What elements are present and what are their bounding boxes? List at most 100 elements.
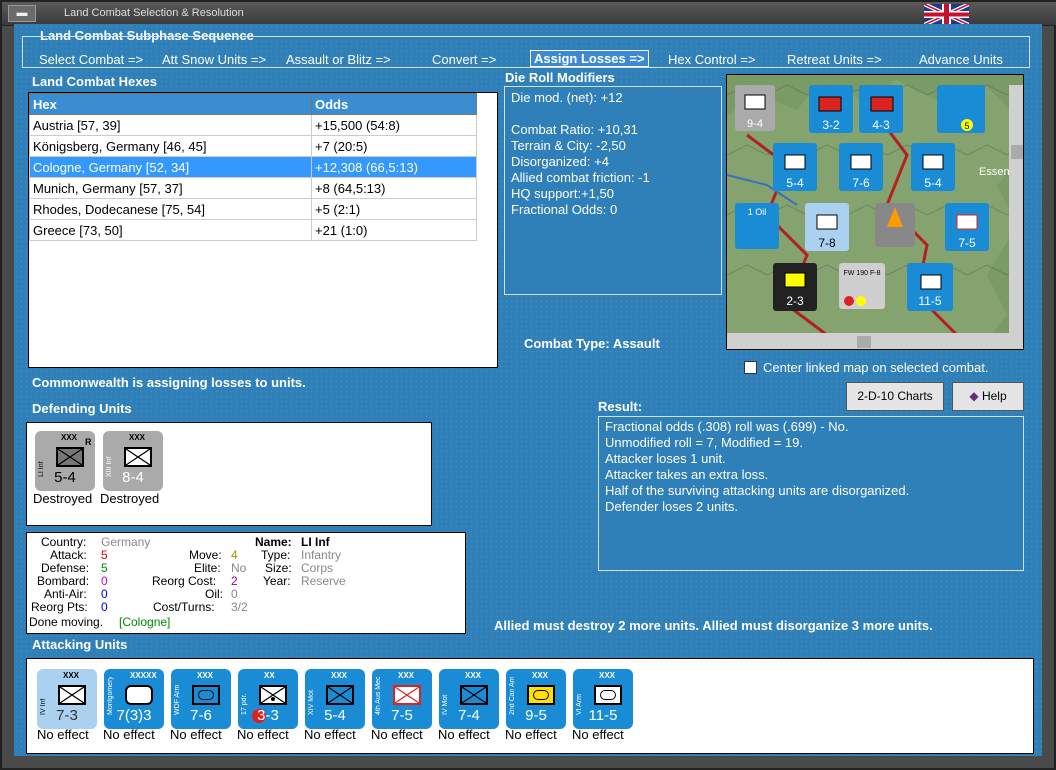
result-line: Half of the surviving attacking units ar… — [605, 483, 910, 498]
attacking-unit-counter[interactable]: XXX IV Mot 7-4 — [439, 669, 499, 729]
defending-unit-counter[interactable]: XXX XIII Inf 8-4 — [103, 431, 163, 491]
result-line: Attacker takes an extra loss. — [605, 467, 769, 482]
center-map-label: Center linked map on selected combat. — [763, 360, 989, 375]
table-row[interactable]: Königsberg, Germany [46, 45] +7 (20:5) — [29, 135, 477, 157]
result-box: Fractional odds (.308) roll was (.699) -… — [598, 416, 1024, 571]
reorg-cost-value: 2 — [231, 574, 238, 588]
help-button[interactable]: ◆ Help — [952, 382, 1024, 411]
odds-cell: +12,308 (66,5:13) — [311, 156, 477, 178]
armor-symbol-icon — [594, 685, 622, 705]
column-header-hex[interactable]: Hex — [29, 93, 312, 115]
unit-caption: Destroyed — [100, 491, 160, 506]
linked-map[interactable]: 9-4 3-2 4-3 5 5-4 7-6 5-4 Essen 1 Oil 7-… — [726, 74, 1024, 350]
done-moving-location: [Cologne] — [119, 615, 171, 629]
defending-units-title: Defending Units — [32, 401, 132, 416]
help-label: Help — [981, 389, 1007, 403]
infantry-symbol-icon — [56, 447, 84, 467]
phase-att-snow-units[interactable]: Att Snow Units => — [162, 52, 266, 67]
attacking-unit-counter[interactable]: XXX WDF Arm 7-6 — [171, 669, 231, 729]
phase-convert[interactable]: Convert => — [432, 52, 496, 67]
map-counter-value: 2-3 — [786, 294, 804, 308]
unit-caption: No effect — [37, 727, 89, 742]
result-line: Fractional odds (.308) roll was (.699) -… — [605, 419, 849, 434]
phase-hex-control[interactable]: Hex Control => — [668, 52, 755, 67]
size-label: Size: — [265, 561, 292, 575]
move-label: Move: — [189, 548, 222, 562]
unit-caption: No effect — [103, 727, 155, 742]
anti-tank-symbol-icon — [259, 685, 287, 705]
year-label: Year: — [263, 574, 291, 588]
map-counter-value: 1 Oil — [748, 207, 767, 217]
table-row[interactable]: Greece [73, 50] +21 (1:0) — [29, 219, 477, 241]
combat-type-label: Combat Type: Assault — [524, 336, 660, 351]
move-value: 4 — [231, 548, 238, 562]
map-counter-value: FW 190 F-8 — [844, 270, 881, 277]
map-counter-value: 5-4 — [924, 176, 942, 190]
map-counter-value: 4-3 — [872, 118, 890, 132]
attacking-unit-counter[interactable]: XXX VI Arm 11-5 — [573, 669, 633, 729]
odds-cell: +7 (20:5) — [311, 135, 477, 157]
hex-cell: Cologne, Germany [52, 34] — [29, 156, 312, 178]
table-row-selected[interactable]: Cologne, Germany [52, 34] +12,308 (66,5:1… — [29, 156, 477, 178]
motorized-symbol-icon — [326, 685, 354, 705]
charts-button[interactable]: 2-D-10 Charts — [846, 382, 944, 411]
odds-cell: +21 (1:0) — [311, 219, 477, 241]
unit-caption: No effect — [371, 727, 423, 742]
phase-retreat-units[interactable]: Retreat Units => — [787, 52, 882, 67]
attack-value: 5 — [101, 548, 108, 562]
year-value: Reserve — [301, 574, 346, 588]
unit-size: XXX — [599, 671, 616, 680]
phase-advance-units[interactable]: Advance Units — [919, 52, 1003, 67]
unit-size: XXX — [532, 671, 549, 680]
unit-size: XXX — [129, 433, 146, 442]
column-header-odds[interactable]: Odds — [311, 93, 477, 115]
unit-values: 9-5 — [525, 707, 547, 724]
unit-caption: No effect — [170, 727, 222, 742]
status-message: Commonwealth is assigning losses to unit… — [32, 375, 306, 390]
result-line: Defender loses 2 units. — [605, 499, 738, 514]
size-value: Corps — [301, 561, 334, 575]
unit-values: 3-3 — [257, 707, 279, 724]
unit-values: 7-3 — [56, 707, 78, 724]
map-counter-value: 7-8 — [818, 236, 836, 250]
result-line: Unmodified roll = 7, Modified = 19. — [605, 435, 803, 450]
phase-assault-or-blitz[interactable]: Assault or Blitz => — [286, 52, 391, 67]
defending-unit-counter[interactable]: XXX R LI Inf 5-4 — [35, 431, 95, 491]
table-row[interactable]: Austria [57, 39] +15,500 (54:8) — [29, 114, 477, 136]
attacking-units-box: XXX IV Inf 7-3 No effect XXXXX Montgomer… — [26, 658, 1034, 754]
attack-label: Attack: — [50, 548, 87, 562]
table-row[interactable]: Rhodes, Dodecanese [75, 54] +5 (2:1) — [29, 198, 477, 220]
map-city-label: Essen — [979, 166, 1010, 178]
attacking-unit-counter[interactable]: XXX XIV Mot 5-4 — [305, 669, 365, 729]
cost-turns-value: 3/2 — [231, 600, 248, 614]
country-label: Country: — [41, 535, 87, 549]
hq-symbol-icon — [125, 685, 153, 705]
die-mod-line: Allied combat friction: -1 — [511, 170, 650, 185]
type-label: Type: — [261, 548, 291, 562]
map-counter-value: 11-5 — [918, 294, 941, 308]
odds-cell: +5 (2:1) — [311, 198, 477, 220]
result-line: Attacker loses 1 unit. — [605, 451, 726, 466]
odds-cell: +8 (64,5:13) — [311, 177, 477, 199]
die-mod-line: Combat Ratio: +10,31 — [511, 122, 638, 137]
system-menu-button[interactable]: ▬ — [8, 5, 36, 22]
bombard-value: 0 — [101, 574, 108, 588]
defense-label: Defense: — [41, 561, 90, 575]
table-row[interactable]: Munich, Germany [57, 37] +8 (64,5:13) — [29, 177, 477, 199]
phase-select-combat[interactable]: Select Combat => — [39, 52, 143, 67]
attacking-unit-counter[interactable]: XXX IV Inf 7-3 — [37, 669, 97, 729]
phase-assign-losses[interactable]: Assign Losses => — [530, 50, 649, 67]
attacking-unit-counter[interactable]: XXXXX Montgomery 7(3)3 — [104, 669, 164, 729]
unit-size: XXX — [398, 671, 415, 680]
attacking-unit-counter[interactable]: XXX 2nd Can Arm 9-5 — [506, 669, 566, 729]
combat-hexes-table: Hex Odds Austria [57, 39] +15,500 (54:8) … — [28, 92, 498, 368]
unit-corner-mark: R — [85, 437, 92, 447]
attacking-unit-counter[interactable]: XX 17 pdr. 3-3 — [238, 669, 298, 729]
window-title: Land Combat Selection & Resolution — [64, 7, 244, 19]
hex-cell: Greece [73, 50] — [29, 219, 312, 241]
armor-symbol-icon — [527, 685, 555, 705]
center-map-checkbox[interactable] — [744, 361, 757, 374]
unit-size: XXX — [63, 671, 80, 680]
attacking-unit-counter[interactable]: XXX 4th Aus Mech 7-5 — [372, 669, 432, 729]
unit-values: 11-5 — [588, 707, 618, 724]
